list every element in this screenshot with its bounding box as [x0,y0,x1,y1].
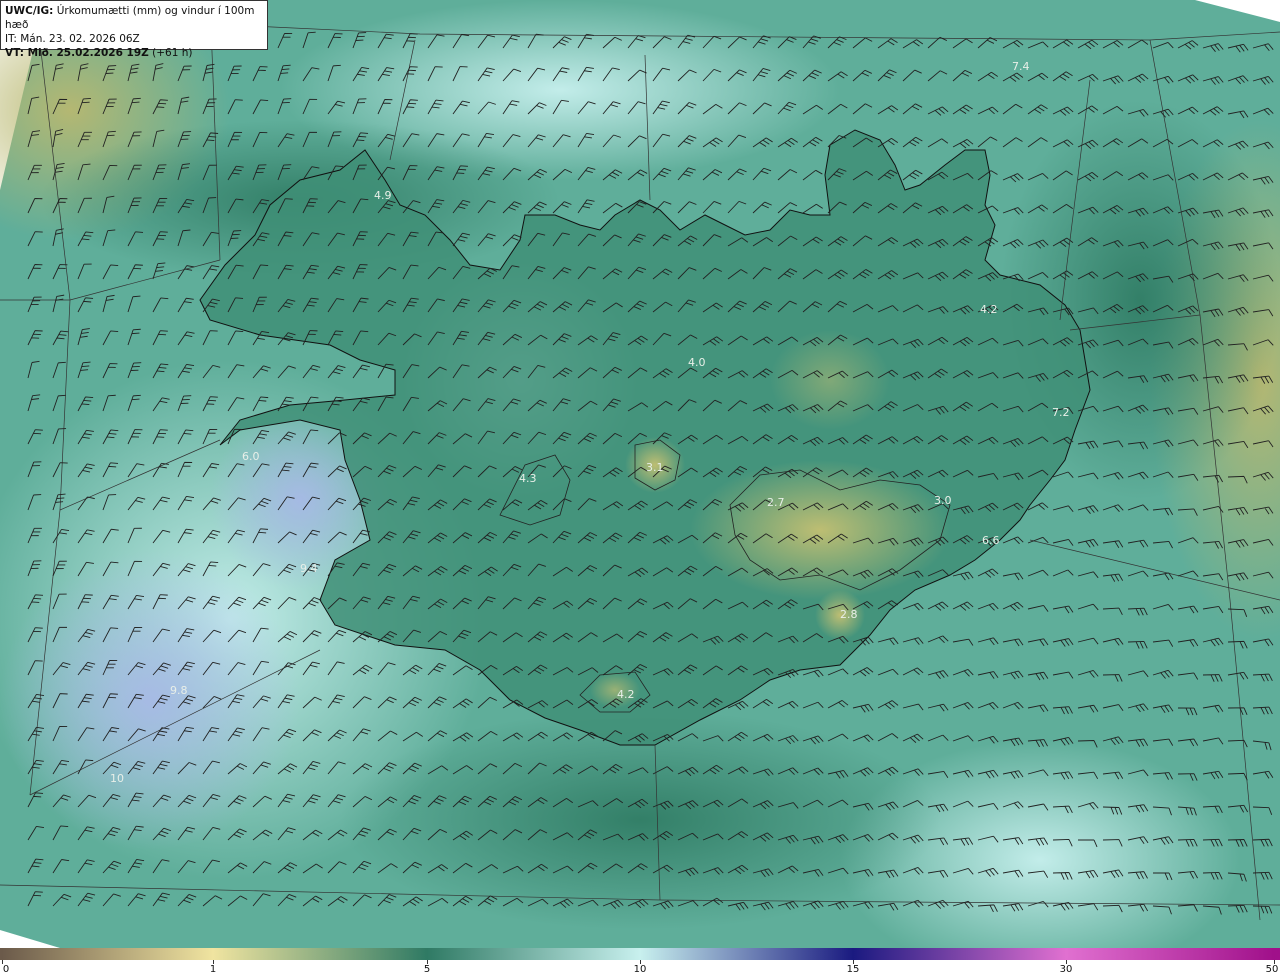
legend-tick-label: 30 [1059,964,1073,975]
valid-time: VT: Mið. 25.02.2026 19Z [5,47,149,59]
color-legend: 0 1 5 10 15 30 50 [0,948,1280,978]
init-time: IT: Mán. 23. 02. 2026 06Z [5,33,140,45]
value-label: 4.2 [617,688,635,701]
map-info-box: UWC/IG: Úrkomumætti (mm) og vindur í 100… [0,0,268,59]
legend-tick-label: 50 [1265,964,1279,975]
value-label: 4.0 [688,356,706,369]
value-label: 4.3 [519,472,537,485]
legend-tick-label: 10 [633,964,647,975]
model-code: UWC/IG: [5,5,54,17]
value-label: 2.7 [767,496,785,509]
value-label: 6.0 [242,450,260,463]
value-label: 4.9 [374,189,392,202]
valid-time-line: VT: Mið. 25.02.2026 19Z (+61 h) [5,46,263,60]
legend-colorbar [0,948,1280,960]
value-label: 7.4 [1012,60,1030,73]
value-label: 4.2 [980,303,998,316]
value-label: 9.8 [170,684,188,697]
dry-northeast [770,330,890,430]
title-line: UWC/IG: Úrkomumætti (mm) og vindur í 100… [5,4,263,32]
value-label: 3.1 [646,461,664,474]
value-label: 7.2 [1052,406,1070,419]
dry-vatnajokull [690,460,950,600]
legend-tick-label: 15 [846,964,860,975]
value-label: 2.8 [840,608,858,621]
value-label: 9.4 [300,562,318,575]
legend-tick-label: 5 [423,964,431,975]
value-label: 3.0 [934,494,952,507]
value-label: 6.6 [982,534,1000,547]
lead-time: (+61 h) [148,47,193,59]
legend-tick-label: 1 [209,964,217,975]
legend-tick-label: 0 [2,964,10,975]
value-label: 10 [110,772,124,785]
weather-map: 4.9 7.4 4.2 4.0 3.1 4.3 6.0 2.7 3.0 6.6 … [0,0,1280,948]
